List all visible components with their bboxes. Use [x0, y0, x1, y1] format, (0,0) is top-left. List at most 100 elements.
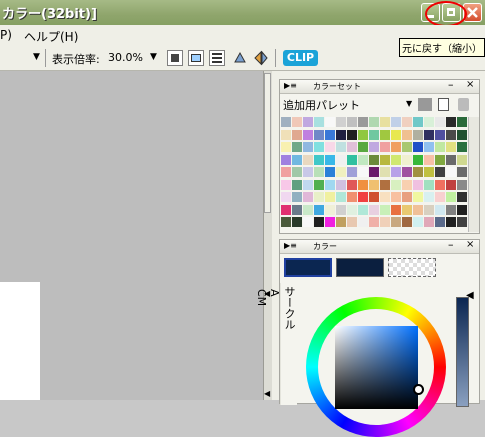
palette-dropdown-icon[interactable]: ▼ [406, 99, 412, 108]
color-swatch[interactable] [325, 204, 335, 215]
color-swatch[interactable] [325, 179, 335, 190]
color-swatch[interactable] [446, 167, 456, 177]
canvas-paper[interactable] [0, 282, 40, 400]
color-swatch[interactable] [358, 192, 368, 202]
color-swatch[interactable] [358, 142, 368, 152]
color-swatch[interactable] [457, 167, 467, 177]
color-swatch[interactable] [435, 154, 445, 165]
color-swatch[interactable] [457, 117, 467, 127]
color-swatch[interactable] [336, 179, 346, 190]
color-swatch[interactable] [435, 217, 445, 227]
color-swatch[interactable] [380, 117, 390, 127]
color-swatch[interactable] [281, 179, 291, 190]
tab-cm[interactable]: CM [255, 283, 268, 405]
color-swatch[interactable] [391, 142, 401, 152]
color-swatch[interactable] [325, 192, 335, 202]
color-swatch[interactable] [281, 167, 291, 177]
color-swatch[interactable] [424, 179, 434, 190]
color-swatch[interactable] [292, 204, 302, 215]
color-swatch[interactable] [424, 154, 434, 165]
color-swatch[interactable] [325, 129, 335, 140]
transparent-color-swatch[interactable] [388, 258, 436, 277]
color-swatch[interactable] [358, 154, 368, 165]
color-swatch[interactable] [402, 192, 412, 202]
color-swatch[interactable] [413, 217, 423, 227]
color-swatch[interactable] [292, 167, 302, 177]
color-swatch[interactable] [413, 117, 423, 127]
zoom-value[interactable]: 30.0% [108, 51, 143, 64]
color-swatch[interactable] [402, 167, 412, 177]
grid-button[interactable] [209, 50, 225, 66]
color-swatch[interactable] [292, 179, 302, 190]
color-swatch[interactable] [369, 192, 379, 202]
color-swatch[interactable] [457, 154, 467, 165]
panel-menu-icon[interactable]: ▶≡ [284, 81, 297, 90]
color-swatch[interactable] [424, 217, 434, 227]
color-swatch[interactable] [369, 167, 379, 177]
color-swatch[interactable] [446, 117, 456, 127]
color-swatch[interactable] [391, 192, 401, 202]
color-swatch[interactable] [358, 167, 368, 177]
color-swatch[interactable] [303, 179, 313, 190]
color-swatch[interactable] [314, 154, 324, 165]
color-swatch[interactable] [281, 192, 291, 202]
color-swatch[interactable] [369, 154, 379, 165]
palette-selector[interactable]: 追加用パレット ▼ [283, 97, 414, 113]
color-swatch[interactable] [281, 204, 291, 215]
color-swatch[interactable] [314, 129, 324, 140]
clip-logo[interactable]: CLIP [283, 50, 318, 66]
color-swatch[interactable] [391, 117, 401, 127]
color-swatch[interactable] [369, 142, 379, 152]
opacity-slider[interactable] [456, 297, 469, 407]
color-swatch[interactable] [457, 142, 467, 152]
color-swatch[interactable] [336, 117, 346, 127]
color-swatch[interactable] [292, 192, 302, 202]
color-swatch[interactable] [369, 179, 379, 190]
color-swatch[interactable] [391, 179, 401, 190]
color-swatch[interactable] [325, 167, 335, 177]
color-swatch[interactable] [292, 117, 302, 127]
color-swatch[interactable] [446, 217, 456, 227]
color-swatch[interactable] [391, 204, 401, 215]
color-swatch[interactable] [292, 154, 302, 165]
color-swatch[interactable] [303, 204, 313, 215]
color-swatch[interactable] [314, 217, 324, 227]
color-picker-cursor[interactable] [413, 384, 424, 395]
color-swatch[interactable] [435, 129, 445, 140]
color-swatch[interactable] [380, 129, 390, 140]
saturation-value-square[interactable] [335, 326, 418, 409]
color-swatch[interactable] [303, 117, 313, 127]
color-swatch[interactable] [314, 179, 324, 190]
color-swatch[interactable] [347, 142, 357, 152]
color-swatch[interactable] [446, 192, 456, 202]
color-swatch[interactable] [457, 192, 467, 202]
color-swatch[interactable] [402, 179, 412, 190]
color-swatch[interactable] [457, 204, 467, 215]
color-swatch[interactable] [380, 217, 390, 227]
color-swatch[interactable] [424, 204, 434, 215]
color-swatch[interactable] [402, 142, 412, 152]
color-swatch[interactable] [424, 142, 434, 152]
color-swatch[interactable] [303, 129, 313, 140]
color-swatch[interactable] [391, 154, 401, 165]
color-swatch[interactable] [325, 154, 335, 165]
color-swatch[interactable] [435, 192, 445, 202]
color-swatch[interactable] [435, 204, 445, 215]
color-swatch[interactable] [380, 179, 390, 190]
color-swatch[interactable] [336, 204, 346, 215]
color-swatch[interactable] [369, 204, 379, 215]
color-swatch[interactable] [435, 167, 445, 177]
color-swatch[interactable] [380, 154, 390, 165]
color-swatch[interactable] [435, 179, 445, 190]
main-color-swatch[interactable] [284, 258, 332, 277]
minimize-panel-icon[interactable]: – [448, 78, 454, 91]
panel-menu-icon[interactable]: ▶≡ [284, 241, 297, 250]
color-swatch[interactable] [336, 129, 346, 140]
color-swatch[interactable] [424, 129, 434, 140]
color-swatch[interactable] [457, 129, 467, 140]
color-swatch[interactable] [325, 117, 335, 127]
tab-circle[interactable]: サークル [281, 283, 297, 405]
tab-a[interactable]: A [268, 283, 281, 405]
color-swatch[interactable] [281, 117, 291, 127]
color-swatch[interactable] [336, 142, 346, 152]
